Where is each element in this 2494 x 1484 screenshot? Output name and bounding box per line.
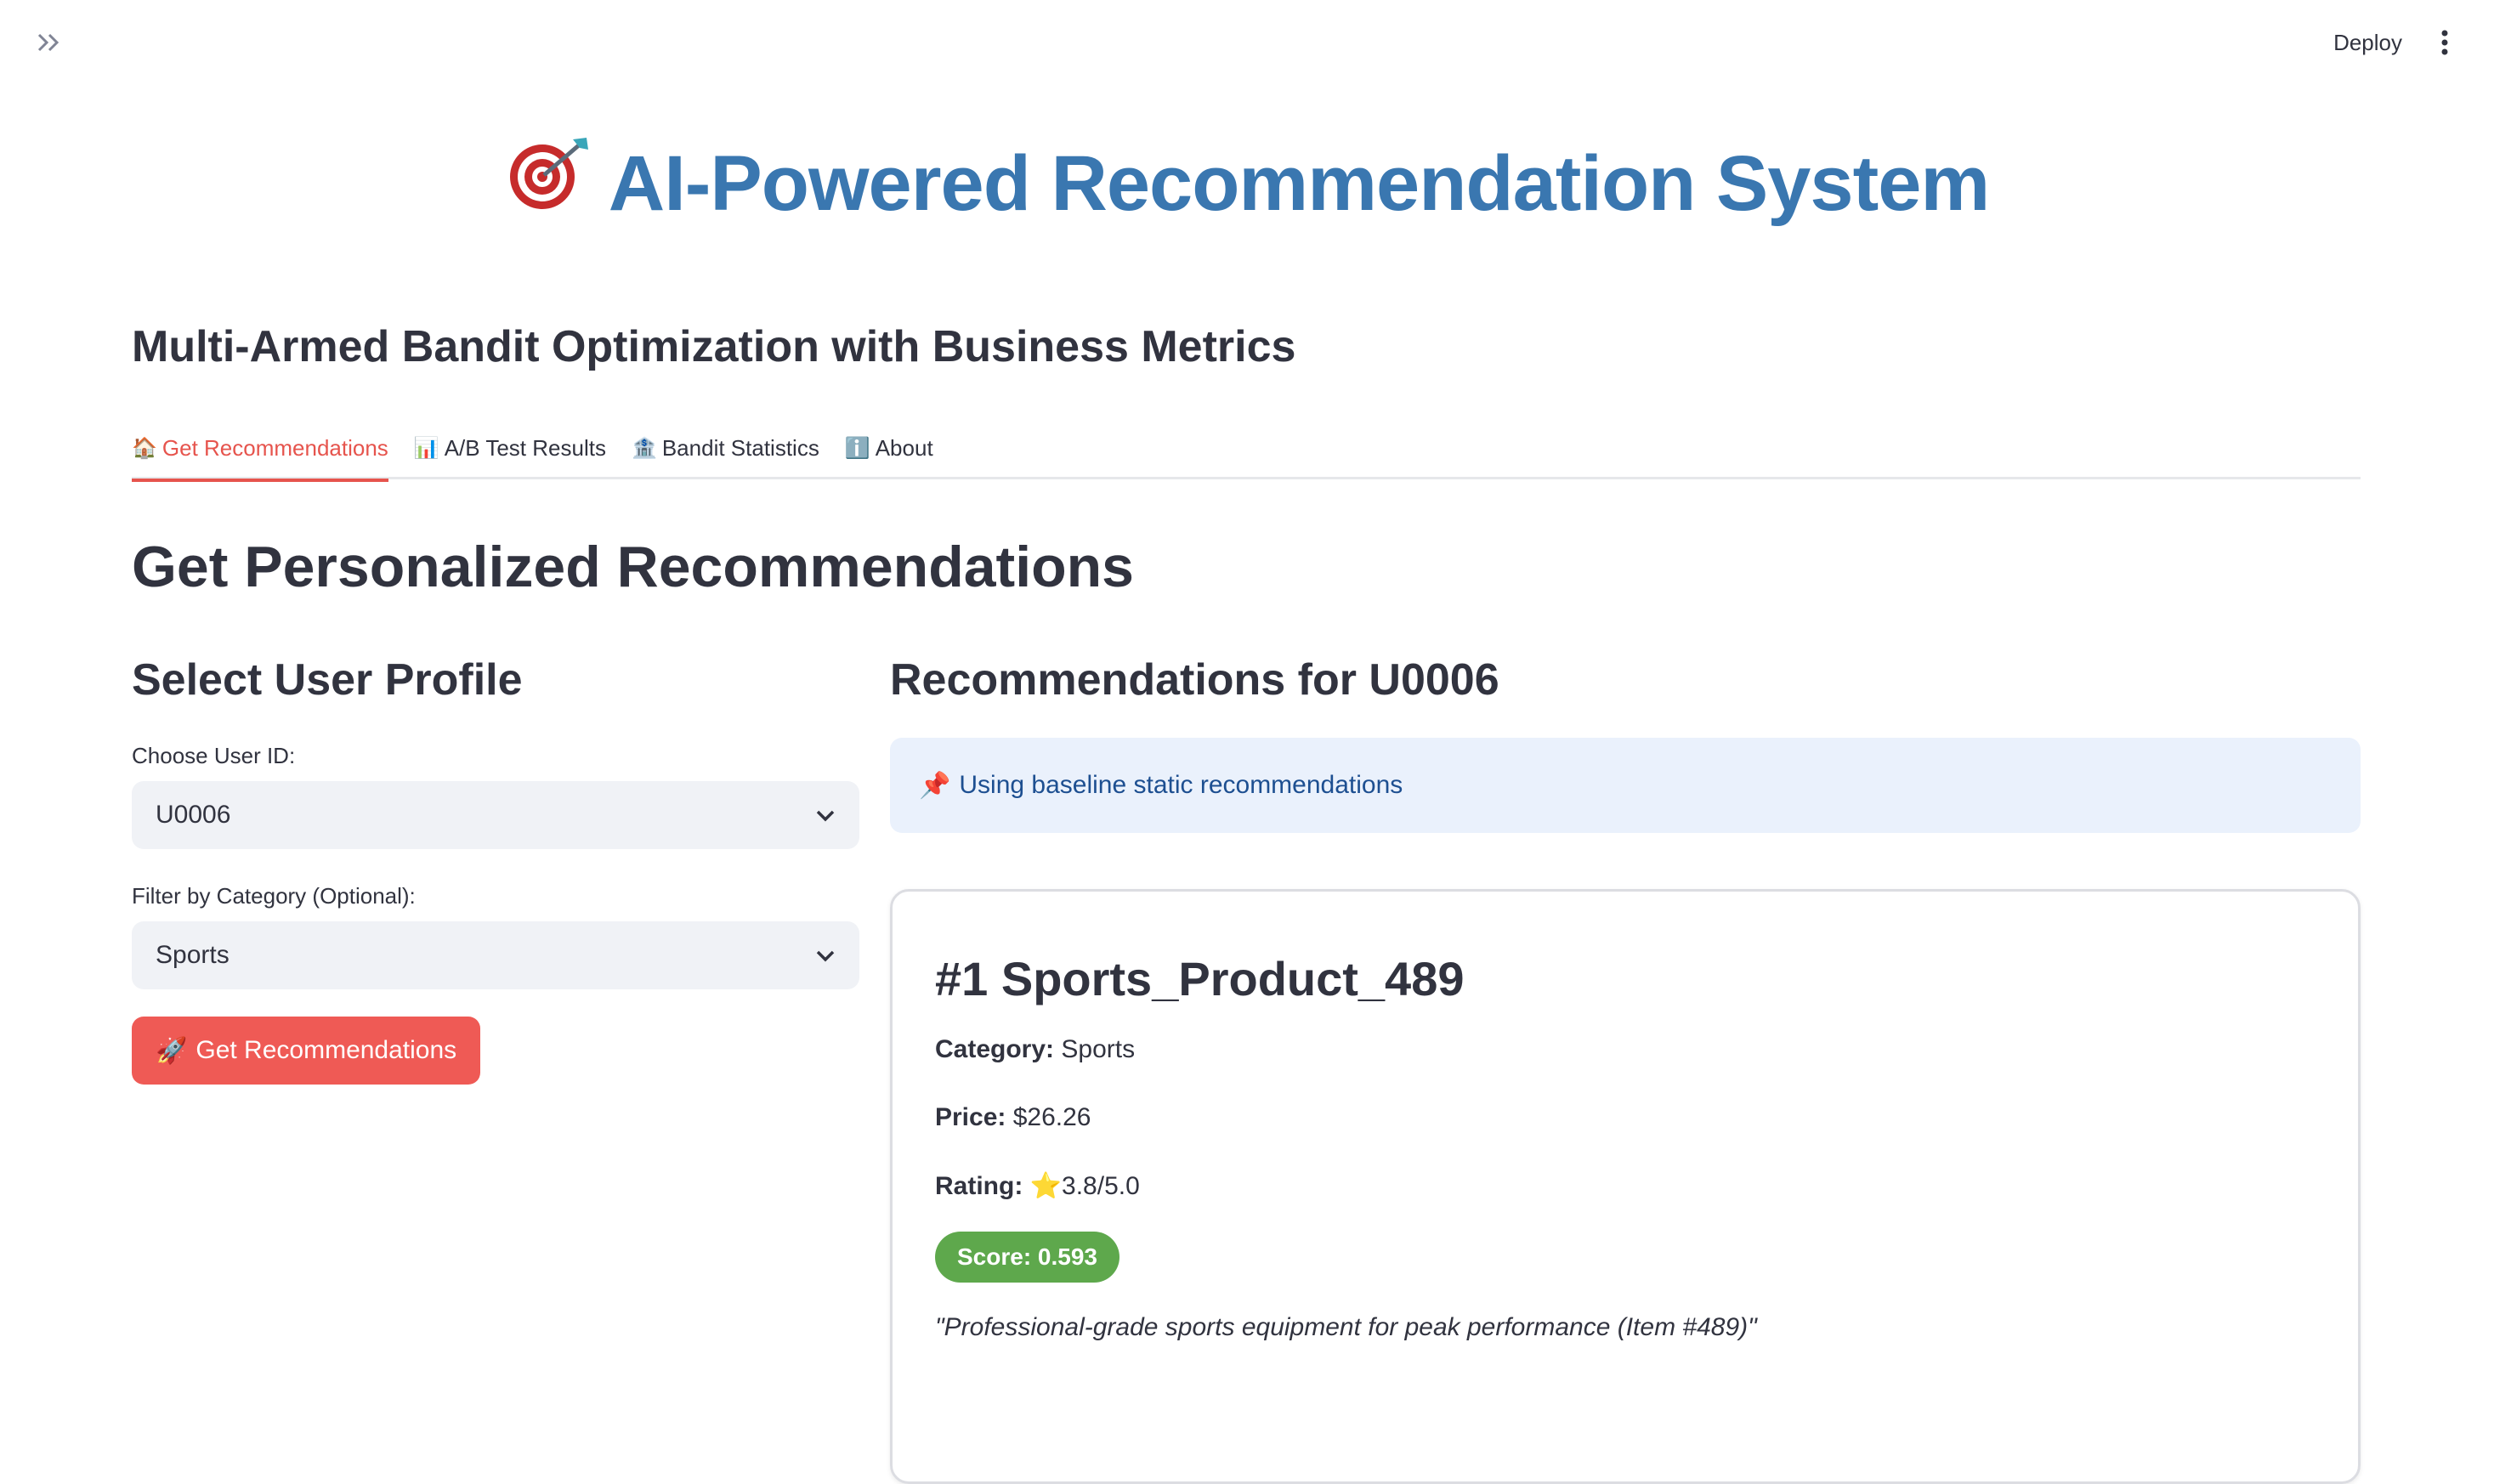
category-key: Category: (935, 1035, 1055, 1063)
rating-key: Rating: (935, 1172, 1023, 1200)
user-id-label: Choose User ID: (132, 743, 296, 768)
section-title: Get Personalized Recommendations (132, 535, 1134, 599)
rocket-icon: 🚀 (156, 1036, 188, 1065)
info-text: Using baseline static recommendations (959, 771, 1403, 799)
tab-get-recommendations[interactable]: 🏠 Get Recommendations (132, 420, 388, 482)
top-bar: Deploy (0, 0, 2494, 85)
star-icon: ⭐ (1029, 1172, 1063, 1200)
recommendations-heading: Recommendations for U0006 (890, 655, 1499, 705)
pushpin-icon: 📌 (919, 771, 951, 800)
main-menu-icon[interactable] (2426, 24, 2463, 61)
tab-ab-test-results[interactable]: 📊 A/B Test Results (414, 420, 606, 479)
product-description: "Professional-grade sports equipment for… (935, 1313, 1757, 1341)
info-alert: 📌 Using baseline static recommendations (890, 738, 2361, 833)
user-profile-heading: Select User Profile (132, 655, 523, 705)
user-id-select[interactable]: U0006 (132, 781, 859, 849)
tab-bar: 🏠 Get Recommendations 📊 A/B Test Results… (132, 420, 2361, 482)
price-val: $26.26 (1012, 1103, 1091, 1131)
tab-label: Bandit Statistics (661, 434, 819, 461)
category-label: Filter by Category (Optional): (132, 883, 416, 909)
rating-val: 3.8/5.0 (1062, 1172, 1140, 1200)
target-dart-icon (505, 136, 593, 231)
chevron-down-icon (815, 941, 836, 970)
category-value: Sports (156, 941, 230, 969)
score-badge: Score: 0.593 (935, 1232, 1119, 1283)
tab-label: A/B Test Results (444, 434, 606, 461)
product-title: #1 Sports_Product_489 (935, 952, 1465, 1005)
house-icon: 🏠 (132, 436, 157, 460)
recommendation-card: #1 Sports_Product_489 Category: Sports P… (890, 889, 2361, 1484)
info-icon: ℹ️ (844, 436, 870, 460)
category-select[interactable]: Sports (132, 921, 859, 989)
chevron-down-icon (815, 801, 836, 830)
user-id-value: U0006 (156, 801, 231, 829)
app-subtitle: Multi-Armed Bandit Optimization with Bus… (132, 322, 1296, 371)
get-recommendations-button[interactable]: 🚀 Get Recommendations (132, 1017, 481, 1085)
deploy-button[interactable]: Deploy (2323, 22, 2412, 63)
tab-label: Get Recommendations (162, 434, 388, 461)
category-val: Sports (1061, 1035, 1136, 1063)
price-key: Price: (935, 1103, 1006, 1131)
product-category: Category: Sports (935, 1035, 2315, 1064)
user-profile-panel: Select User Profile Choose User ID: U000… (132, 654, 859, 1085)
bank-icon: 🏦 (631, 436, 657, 460)
product-price: Price: $26.26 (935, 1103, 2315, 1132)
product-rating: Rating: ⭐3.8/5.0 (935, 1171, 2315, 1201)
tab-about[interactable]: ℹ️ About (845, 420, 933, 479)
app-title-row: AI-Powered Recommendation System (0, 136, 2494, 231)
expand-sidebar-icon[interactable] (31, 24, 68, 61)
tab-bandit-statistics[interactable]: 🏦 Bandit Statistics (632, 420, 819, 479)
app-title: AI-Powered Recommendation System (608, 139, 1990, 227)
bar-chart-icon: 📊 (413, 436, 439, 460)
button-label: Get Recommendations (196, 1036, 457, 1064)
recommendations-panel: Recommendations for U0006 📌 Using baseli… (890, 654, 2361, 1484)
tab-label: About (875, 434, 933, 461)
